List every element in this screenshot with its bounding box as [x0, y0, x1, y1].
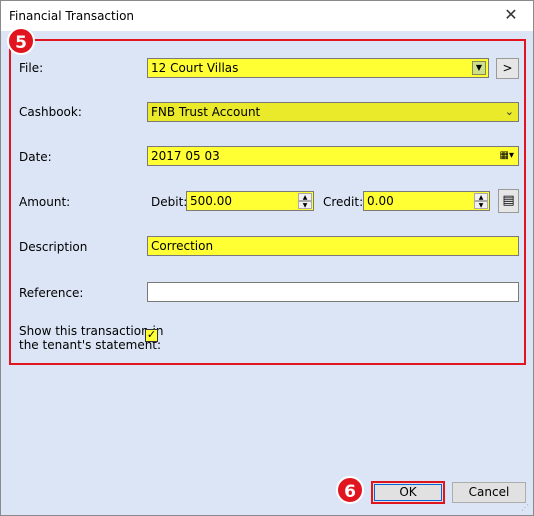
- step-badge-6: 6: [336, 476, 364, 504]
- resize-grip-icon[interactable]: ⋰: [521, 503, 531, 513]
- description-input[interactable]: Correction: [147, 236, 519, 256]
- reference-input[interactable]: [147, 282, 519, 302]
- file-combobox[interactable]: 12 Court Villas ▼: [147, 58, 489, 78]
- checkmark-icon: ✓: [146, 328, 157, 341]
- statement-label-line2: the tenant's statement:: [19, 338, 162, 352]
- cashbook-dropdown[interactable]: FNB Trust Account ⌄: [147, 102, 519, 122]
- debit-input[interactable]: 500.00 ▲ ▼: [186, 191, 314, 211]
- date-label: Date:: [19, 150, 52, 164]
- date-picker[interactable]: 2017 05 03 ▦▾: [147, 146, 519, 166]
- statement-label-line1: Show this transaction in: [19, 324, 164, 338]
- show-in-statement-checkbox[interactable]: ✓: [145, 329, 158, 342]
- step-badge-5: 5: [7, 27, 35, 55]
- ok-button[interactable]: OK: [371, 481, 445, 504]
- credit-value: 0.00: [367, 194, 394, 208]
- description-label: Description: [19, 240, 88, 254]
- chevron-down-icon[interactable]: ▼: [472, 61, 486, 75]
- amount-label: Amount:: [19, 195, 71, 209]
- file-value: 12 Court Villas: [151, 61, 239, 75]
- window-title: Financial Transaction: [9, 9, 135, 23]
- reference-label: Reference:: [19, 286, 84, 300]
- debit-value: 500.00: [190, 194, 232, 208]
- debit-label: Debit:: [151, 195, 188, 209]
- calendar-icon[interactable]: ▦▾: [500, 147, 514, 165]
- cancel-button[interactable]: Cancel: [452, 482, 526, 503]
- close-icon[interactable]: ✕: [499, 4, 523, 26]
- cashbook-value: FNB Trust Account: [151, 105, 261, 119]
- ok-button-label: OK: [399, 485, 417, 499]
- file-label: File:: [19, 61, 44, 75]
- financial-transaction-window: Financial Transaction ✕ 5 File: 12 Court…: [0, 0, 534, 516]
- file-next-button[interactable]: >: [496, 58, 519, 79]
- cashbook-label: Cashbook:: [19, 105, 82, 119]
- date-value: 2017 05 03: [151, 149, 220, 163]
- calculator-icon[interactable]: ▤: [498, 189, 519, 213]
- debit-stepper[interactable]: ▲ ▼: [298, 193, 312, 209]
- chevron-down-icon[interactable]: ⌄: [505, 103, 514, 121]
- title-bar: Financial Transaction ✕: [1, 1, 533, 31]
- credit-stepper[interactable]: ▲ ▼: [474, 193, 488, 209]
- credit-label: Credit:: [323, 195, 364, 209]
- credit-input[interactable]: 0.00 ▲ ▼: [363, 191, 490, 211]
